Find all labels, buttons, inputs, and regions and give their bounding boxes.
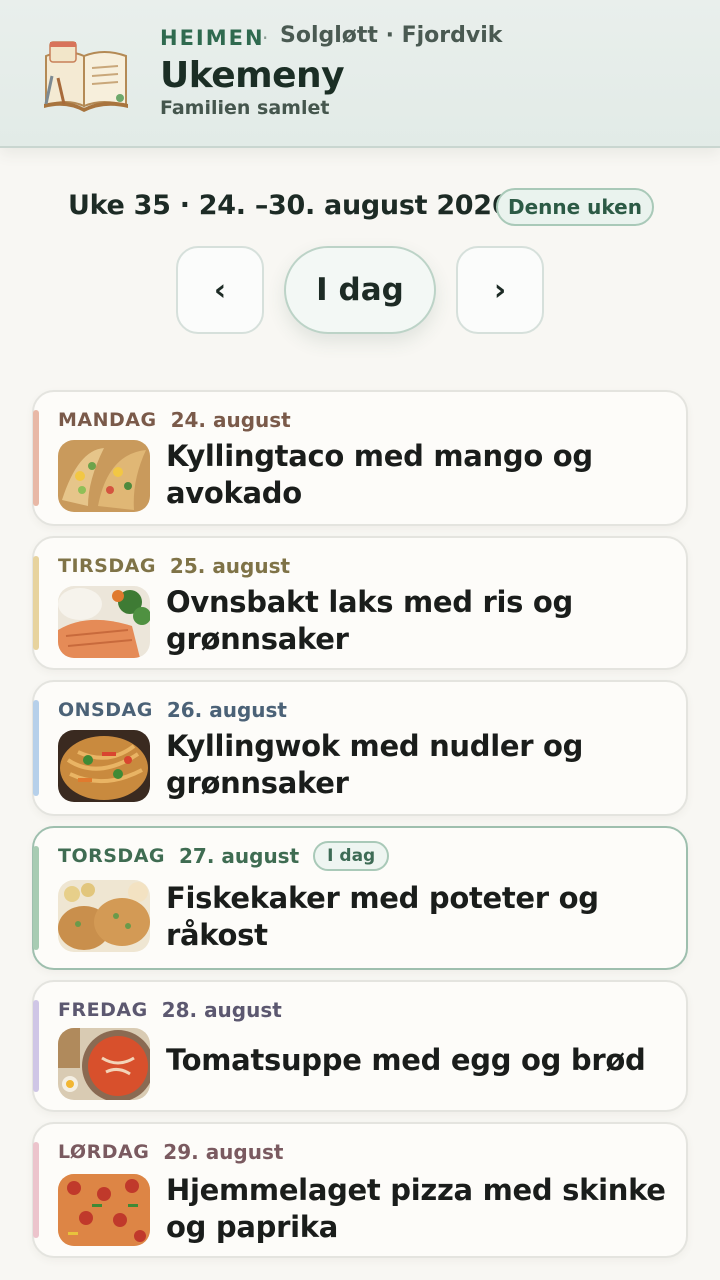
day-color-stripe [33,1142,39,1238]
day-card-tuesday[interactable]: TIRSDAG 25. august Ovnsbakt laks med ris… [32,536,688,670]
day-name: TORSDAG [58,845,165,867]
day-card-saturday[interactable]: LØRDAG 29. august Hjemmelaget pizza med … [32,1122,688,1258]
day-card-thursday[interactable]: TORSDAG 27. august I dag Fiskekaker med … [32,826,688,970]
brand-name: HEIMEN [160,26,265,50]
brand-separator: · [262,26,269,50]
app-header: HEIMEN · Solgløtt · Fjordvik Ukemeny Fam… [0,0,720,148]
meal-photo [58,440,150,512]
day-name: ONSDAG [58,699,153,721]
day-header: FREDAG 28. august [58,996,282,1024]
day-name: LØRDAG [58,1141,150,1163]
meal-photo [58,730,150,802]
today-badge: I dag [313,841,390,871]
day-header: TORSDAG 27. august I dag [58,841,390,871]
recipe-book-icon [44,41,128,112]
week-label: Uke 35 · 24. –30. august 2026 [68,190,511,221]
meal-title: Hjemmelaget pizza med skinke og paprika [166,1173,666,1244]
day-header: ONSDAG 26. august [58,696,287,724]
household-location: Solgløtt · Fjordvik [280,23,503,48]
today-button[interactable]: I dag [284,246,436,334]
meal-photo [58,1174,150,1246]
day-date: 28. august [161,998,282,1022]
day-header: LØRDAG 29. august [58,1138,283,1166]
page-title: Ukemeny [160,55,345,96]
day-name: FREDAG [58,999,148,1021]
day-header: MANDAG 24. august [58,406,291,434]
day-header: TIRSDAG 25. august [58,552,290,580]
day-card-friday[interactable]: FREDAG 28. august Tomatsuppe med egg og … [32,980,688,1112]
day-date: 27. august [179,844,300,868]
day-color-stripe [33,846,39,950]
meal-photo [58,586,150,658]
meal-title: Kyllingtaco med mango og avokado [166,439,593,510]
previous-week-button[interactable]: ‹ [176,246,264,334]
page-subtitle: Familien samlet [160,97,330,119]
day-date: 26. august [166,698,287,722]
meal-title: Fiskekaker med poteter og råkost [166,881,599,952]
meal-title: Kyllingwok med nudler og grønnsaker [166,729,584,800]
meal-photo [58,880,150,952]
day-color-stripe [33,1000,39,1092]
day-name: TIRSDAG [58,555,156,577]
day-date: 29. august [163,1140,284,1164]
day-date: 25. august [169,554,291,578]
meal-title: Tomatsuppe med egg og brød [166,1043,646,1077]
current-week-badge: Denne uken [496,188,654,226]
next-week-button[interactable]: › [456,246,544,334]
day-color-stripe [33,556,39,650]
day-color-stripe [33,700,39,796]
day-color-stripe [33,410,39,506]
day-date: 24. august [170,408,291,432]
day-name: MANDAG [58,409,157,431]
day-card-monday[interactable]: MANDAG 24. august Kyllingtaco med mango … [32,390,688,526]
meal-title: Ovnsbakt laks med ris og grønnsaker [166,585,574,656]
day-card-wednesday[interactable]: ONSDAG 26. august Kyllingwok med nudler … [32,680,688,816]
meal-photo [58,1028,150,1100]
